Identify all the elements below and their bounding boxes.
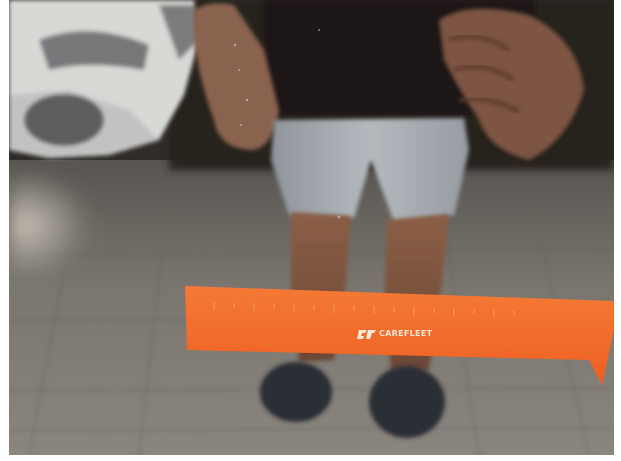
light-reflection [9, 170, 149, 280]
reflection-scene [9, 0, 614, 455]
carefleet-logo-icon [357, 330, 376, 339]
right-shoe [369, 366, 445, 438]
photo-frame: CAREFLEET [9, 0, 614, 455]
left-shoe [260, 362, 332, 422]
ruler-brand-text: CAREFLEET [379, 329, 433, 338]
